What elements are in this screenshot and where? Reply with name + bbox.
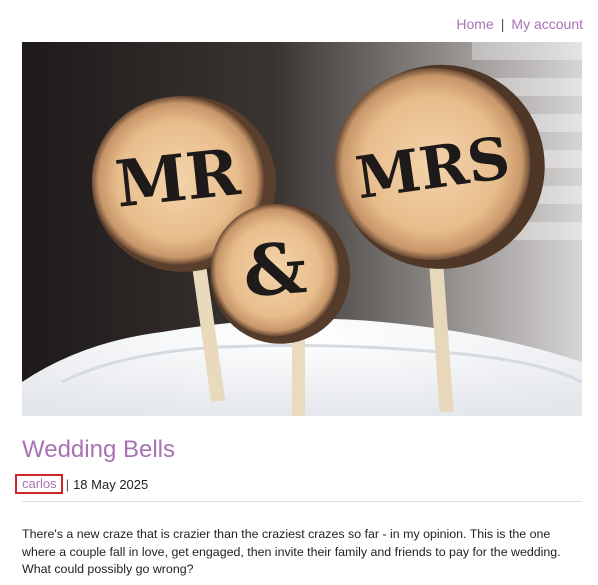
post-date: 18 May 2025 (73, 476, 149, 492)
disc-ampersand-label: & (240, 226, 309, 313)
author-link[interactable]: carlos (15, 474, 63, 494)
post-meta: carlos | 18 May 2025 (15, 474, 148, 494)
blog-post-page: Home | My account MR MRS & Wedding Bells… (0, 0, 598, 585)
wedding-cake-topper-photo-icon: MR MRS & (22, 42, 582, 416)
meta-divider (22, 501, 582, 502)
top-nav: Home | My account (456, 16, 583, 32)
nav-my-account-link[interactable]: My account (511, 16, 583, 32)
nav-home-link[interactable]: Home (456, 16, 493, 32)
post-body-text: There's a new craze that is crazier than… (22, 527, 561, 576)
post-hero-image: MR MRS & (22, 42, 582, 416)
disc-mr-label: MR (112, 135, 244, 223)
meta-separator: | (65, 476, 70, 492)
nav-separator: | (500, 16, 505, 32)
post-title: Wedding Bells (22, 436, 175, 463)
